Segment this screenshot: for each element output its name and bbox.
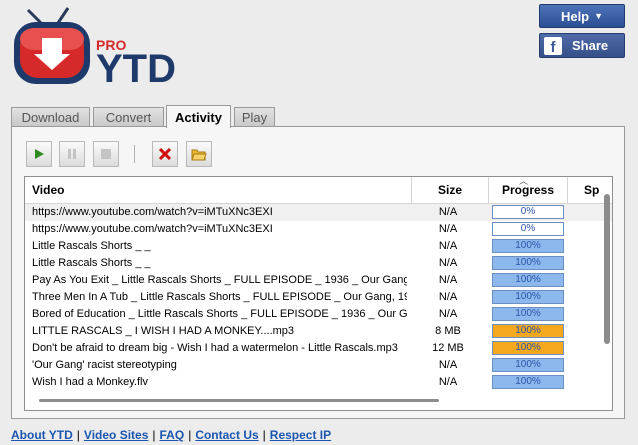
row-video-title: https://www.youtube.com/watch?v=iMTuXNc3… xyxy=(32,206,273,218)
footer-separator: | xyxy=(262,428,266,442)
row-size: 8 MB xyxy=(435,325,461,337)
row-progress-bar: 100% xyxy=(492,290,564,304)
row-size: N/A xyxy=(438,274,458,286)
progress-text: 100% xyxy=(515,376,541,387)
row-size: N/A xyxy=(438,223,458,235)
table-row[interactable]: https://www.youtube.com/watch?v=iMTuXNc3… xyxy=(25,204,612,221)
row-size: N/A xyxy=(438,206,458,218)
ytd-tv-logo-icon: PRO YTD xyxy=(14,7,176,91)
about-ytd-link[interactable]: About YTD xyxy=(11,428,73,442)
row-video-title: Bored of Education _ Little Rascals Shor… xyxy=(32,308,407,320)
row-progress-bar: 100% xyxy=(492,358,564,372)
vertical-scrollbar[interactable] xyxy=(601,194,612,354)
row-video-title: Three Men In A Tub _ Little Rascals Shor… xyxy=(32,291,407,303)
facebook-share-button[interactable]: f Share xyxy=(539,33,625,58)
video-sites-link[interactable]: Video Sites xyxy=(84,428,148,442)
help-label: Help xyxy=(560,8,590,24)
progress-text: 100% xyxy=(515,325,541,336)
pause-button[interactable] xyxy=(59,141,85,167)
facebook-icon: f xyxy=(544,36,562,55)
row-video-title: Little Rascals Shorts _ _ xyxy=(32,257,151,269)
row-video-title: Little Rascals Shorts _ _ xyxy=(32,240,151,252)
row-progress-bar: 100% xyxy=(492,256,564,270)
play-icon xyxy=(35,149,44,159)
share-label: Share xyxy=(572,38,609,53)
row-progress-bar: 0% xyxy=(492,205,564,219)
row-progress-bar: 100% xyxy=(492,273,564,287)
delete-icon xyxy=(159,148,171,160)
row-size: N/A xyxy=(438,308,458,320)
row-video-title: Pay As You Exit _ Little Rascals Shorts … xyxy=(32,274,407,286)
ytd-logo: PRO YTD xyxy=(10,4,200,96)
toolbar-divider xyxy=(134,145,135,163)
open-folder-button[interactable] xyxy=(186,141,212,167)
tab-play[interactable]: Play xyxy=(234,107,275,127)
row-video-title: Don't be afraid to dream big - Wish I ha… xyxy=(32,342,398,354)
pause-icon xyxy=(68,149,76,159)
tab-convert[interactable]: Convert xyxy=(93,107,164,127)
row-size: N/A xyxy=(438,257,458,269)
progress-text: 100% xyxy=(515,257,541,268)
progress-text: 100% xyxy=(515,291,541,302)
row-video-title: Wish I had a Monkey.flv xyxy=(32,376,148,388)
row-size: N/A xyxy=(438,376,458,388)
table-row[interactable]: LITTLE RASCALS _ I WISH I HAD A MONKEY..… xyxy=(25,323,612,340)
activity-panel: Video Size Progress Sp ︿ https://www.you… xyxy=(11,126,625,419)
table-row[interactable]: 'Our Gang' racist stereotyping N/A 100% xyxy=(25,357,612,374)
row-video-title: LITTLE RASCALS _ I WISH I HAD A MONKEY..… xyxy=(32,325,295,337)
row-progress-bar: 100% xyxy=(492,324,564,338)
progress-text: 100% xyxy=(515,308,541,319)
row-progress-bar: 100% xyxy=(492,239,564,253)
brand-name-text: YTD xyxy=(96,47,176,91)
contact-us-link[interactable]: Contact Us xyxy=(195,428,258,442)
list-header: Video Size Progress Sp ︿ xyxy=(25,176,612,204)
vertical-scroll-thumb[interactable] xyxy=(604,194,610,344)
table-row[interactable]: Don't be afraid to dream big - Wish I ha… xyxy=(25,340,612,357)
row-progress-bar: 100% xyxy=(492,307,564,321)
sort-ascending-icon: ︿ xyxy=(519,176,529,186)
activity-list[interactable]: Video Size Progress Sp ︿ https://www.you… xyxy=(24,176,613,411)
row-progress-bar: 100% xyxy=(492,375,564,389)
row-size: N/A xyxy=(438,240,458,252)
row-video-title: 'Our Gang' racist stereotyping xyxy=(32,359,177,371)
table-row[interactable]: Bored of Education _ Little Rascals Shor… xyxy=(25,306,612,323)
footer-separator: | xyxy=(188,428,192,442)
progress-text: 100% xyxy=(515,359,541,370)
stop-button[interactable] xyxy=(93,141,119,167)
tab-activity[interactable]: Activity xyxy=(166,105,231,128)
row-progress-bar: 0% xyxy=(492,222,564,236)
progress-text: 0% xyxy=(520,206,536,217)
chevron-down-icon: ▼ xyxy=(594,11,604,21)
progress-text: 100% xyxy=(515,342,541,353)
row-progress-bar: 100% xyxy=(492,341,564,355)
open-folder-icon xyxy=(191,149,207,160)
column-header-video[interactable]: Video xyxy=(25,177,412,203)
play-button[interactable] xyxy=(26,141,52,167)
table-row[interactable]: Little Rascals Shorts _ _ N/A 100% xyxy=(25,238,612,255)
table-row[interactable]: Wish I had a Monkey.flv N/A 100% xyxy=(25,374,612,391)
table-row[interactable]: Pay As You Exit _ Little Rascals Shorts … xyxy=(25,272,612,289)
faq-link[interactable]: FAQ xyxy=(160,428,185,442)
progress-text: 0% xyxy=(520,223,536,234)
delete-button[interactable] xyxy=(152,141,178,167)
table-row[interactable]: Little Rascals Shorts _ _ N/A 100% xyxy=(25,255,612,272)
progress-text: 100% xyxy=(515,274,541,285)
row-size: 12 MB xyxy=(432,342,464,354)
table-row[interactable]: https://www.youtube.com/watch?v=iMTuXNc3… xyxy=(25,221,612,238)
column-header-progress[interactable]: Progress xyxy=(489,177,568,203)
progress-text: 100% xyxy=(515,240,541,251)
footer-separator: | xyxy=(152,428,156,442)
help-button[interactable]: Help ▼ xyxy=(539,4,625,28)
footer-separator: | xyxy=(76,428,80,442)
row-size: N/A xyxy=(438,291,458,303)
respect-ip-link[interactable]: Respect IP xyxy=(270,428,331,442)
horizontal-scrollbar[interactable] xyxy=(39,399,439,402)
table-row[interactable]: Three Men In A Tub _ Little Rascals Shor… xyxy=(25,289,612,306)
column-header-size[interactable]: Size xyxy=(412,177,489,203)
stop-icon xyxy=(101,149,111,159)
tab-download[interactable]: Download xyxy=(11,107,90,127)
row-video-title: https://www.youtube.com/watch?v=iMTuXNc3… xyxy=(32,223,273,235)
row-size: N/A xyxy=(438,359,458,371)
footer-links: About YTD | Video Sites | FAQ | Contact Us | Res… xyxy=(11,428,331,442)
